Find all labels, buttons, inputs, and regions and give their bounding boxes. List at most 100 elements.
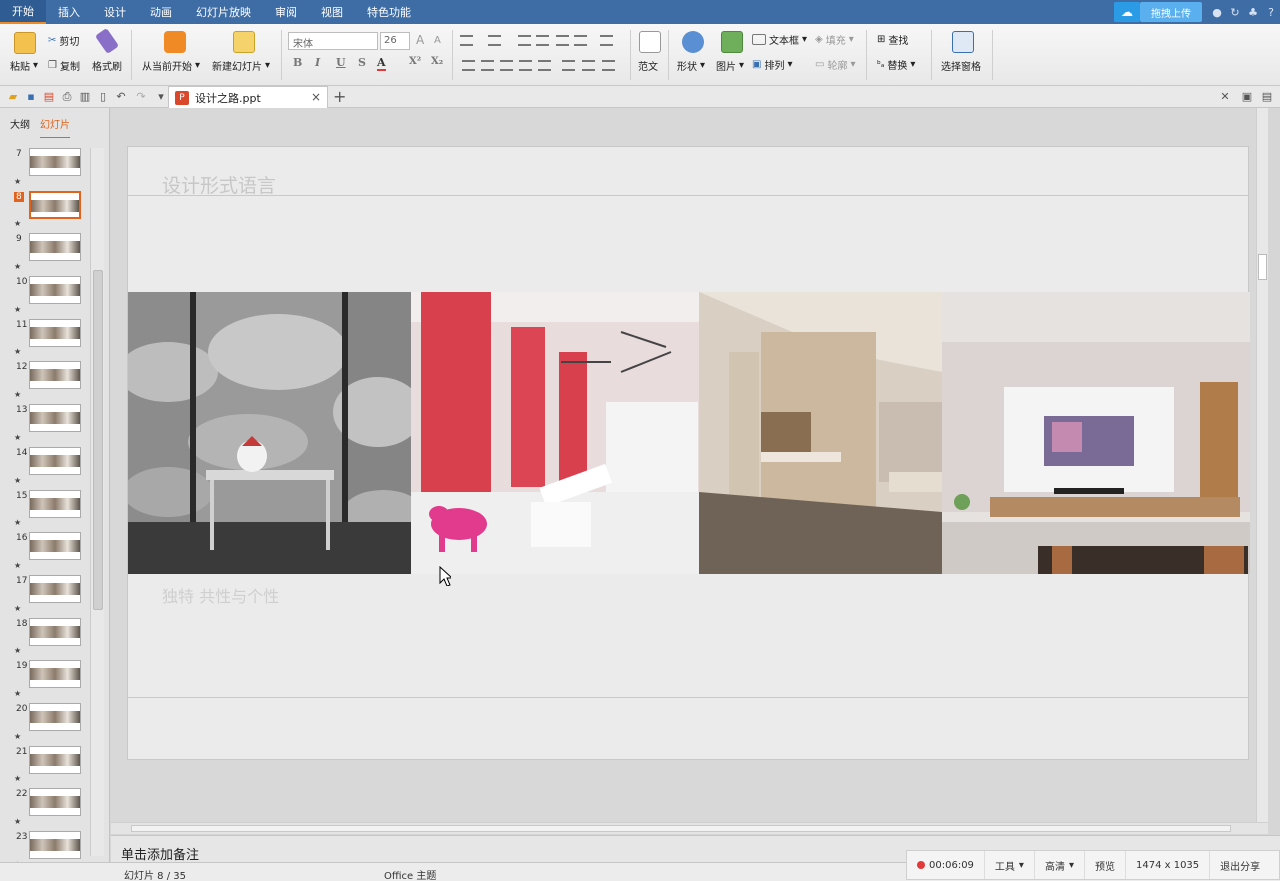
align-left-icon[interactable] xyxy=(462,60,475,71)
font-name-select[interactable]: 宋体 xyxy=(288,32,378,50)
tab-outline[interactable]: 大纲 xyxy=(10,116,30,138)
slide-thumbnail-image[interactable] xyxy=(29,276,81,305)
decrease-font-icon[interactable]: A xyxy=(434,35,441,46)
slide-subtitle[interactable]: 独特 共性与个性 xyxy=(162,583,279,607)
slide-thumbnail-image[interactable] xyxy=(29,745,81,774)
slide-thumbnail-image[interactable] xyxy=(29,233,81,262)
menu-tab-review[interactable]: 审阅 xyxy=(263,0,309,24)
menu-tab-insert[interactable]: 插入 xyxy=(46,0,92,24)
recorder-quality-button[interactable]: 高清 ▾ xyxy=(1035,851,1085,879)
photo-wood-cabinet[interactable] xyxy=(699,292,942,574)
number-list-icon[interactable] xyxy=(488,35,501,46)
slide-thumbnail[interactable]: 7 ★ xyxy=(0,146,90,189)
slide-thumbnail-image[interactable] xyxy=(29,702,81,731)
print-preview-icon[interactable]: ▥ xyxy=(78,90,92,104)
bold-icon[interactable]: B xyxy=(293,56,302,69)
menu-tab-view[interactable]: 视图 xyxy=(309,0,355,24)
slide-canvas[interactable]: 设计形式语言 独特 共性与个性 xyxy=(127,146,1250,760)
slide-thumbnail-image[interactable] xyxy=(29,660,81,689)
distribute-icon[interactable] xyxy=(538,60,551,71)
preview-icon[interactable]: ▯ xyxy=(96,90,110,104)
template-button[interactable]: 范文 xyxy=(638,58,658,73)
start-from-current-button[interactable]: 从当前开始 ▾ xyxy=(142,58,200,73)
text-fit-icon[interactable] xyxy=(602,60,615,71)
format-painter-button[interactable]: 格式刷 xyxy=(92,58,122,73)
editor-vertical-scrollbar[interactable] xyxy=(1256,108,1268,822)
pin-icon[interactable]: ✕ xyxy=(1218,90,1232,104)
open-icon[interactable]: ▰ xyxy=(6,90,20,104)
shape-icon[interactable] xyxy=(682,31,704,53)
menu-tab-animation[interactable]: 动画 xyxy=(138,0,184,24)
recorder-tools-button[interactable]: 工具 ▾ xyxy=(985,851,1035,879)
cut-button[interactable]: ✂ 剪切 xyxy=(48,33,79,48)
play-icon[interactable] xyxy=(164,31,186,53)
photo-living-room[interactable] xyxy=(942,292,1250,574)
slide-thumbnail[interactable]: 20 ★ xyxy=(0,701,90,744)
underline-icon[interactable]: U xyxy=(336,56,346,69)
shape-button[interactable]: 形状 ▾ xyxy=(677,58,705,73)
recorder-preview-button[interactable]: 预览 xyxy=(1085,851,1126,879)
help-icon[interactable]: ? xyxy=(1262,0,1280,24)
slide-thumbnail[interactable]: 11 ★ xyxy=(0,317,90,360)
thumbnail-scrollbar[interactable] xyxy=(90,148,104,856)
cloud-icon[interactable]: ☁ xyxy=(1114,2,1140,22)
document-tab[interactable]: P 设计之路.ppt × xyxy=(168,86,328,108)
selection-pane-icon[interactable] xyxy=(952,31,974,53)
new-slide-button[interactable]: 新建幻灯片 ▾ xyxy=(212,58,270,73)
skin-icon[interactable]: ♣ xyxy=(1244,0,1262,24)
editor-horizontal-scrollbar[interactable] xyxy=(111,822,1268,834)
slide-thumbnail[interactable]: 18 ★ xyxy=(0,616,90,659)
shadow-icon[interactable]: S xyxy=(358,56,366,69)
slide-thumbnail[interactable]: 19 ★ xyxy=(0,658,90,701)
editor-horizontal-thumb[interactable] xyxy=(131,825,1231,832)
slide-thumbnail[interactable]: 14 ★ xyxy=(0,445,90,488)
menu-tab-design[interactable]: 设计 xyxy=(92,0,138,24)
print-icon[interactable]: ⎙ xyxy=(60,90,74,104)
settings-icon[interactable]: ● xyxy=(1208,0,1226,24)
pdf-icon[interactable]: ▤ xyxy=(42,90,56,104)
slide-thumbnail-image[interactable] xyxy=(29,446,81,475)
find-button[interactable]: ⊞ 查找 xyxy=(877,32,908,47)
upload-button[interactable]: 拖拽上传 xyxy=(1140,2,1202,22)
thumbnail-scroll-thumb[interactable] xyxy=(93,270,103,610)
menu-tab-special[interactable]: 特色功能 xyxy=(355,0,423,24)
vertical-align-icon[interactable] xyxy=(582,60,595,71)
restore-icon[interactable]: ▣ xyxy=(1240,90,1254,104)
minimize-ribbon-icon[interactable]: ▤ xyxy=(1260,90,1274,104)
slide-thumbnail[interactable]: 15 ★ xyxy=(0,488,90,531)
slide-thumbnail-image[interactable] xyxy=(29,574,81,603)
arrange-button[interactable]: ▣ 排列 ▾ xyxy=(752,57,792,72)
selection-pane-button[interactable]: 选择窗格 xyxy=(941,58,981,73)
slide-thumbnail-image[interactable] xyxy=(29,190,81,219)
align-right-icon[interactable] xyxy=(500,60,513,71)
bullet-list-icon[interactable] xyxy=(460,35,473,46)
paste-button[interactable]: 粘贴 ▾ xyxy=(10,58,38,73)
slide-thumbnail-image[interactable] xyxy=(29,532,81,561)
superscript-icon[interactable]: X² xyxy=(409,56,421,67)
outline-button[interactable]: ▭ 轮廓 ▾ xyxy=(815,57,855,72)
font-color-icon[interactable]: A xyxy=(377,56,386,71)
recording-timer[interactable]: 00:06:09 xyxy=(907,851,985,879)
photo-cloud-wallpaper[interactable] xyxy=(128,292,411,574)
save-icon[interactable]: ▪ xyxy=(24,90,38,104)
decrease-indent-icon[interactable] xyxy=(518,35,531,46)
line-spacing-icon[interactable] xyxy=(600,35,613,46)
menu-tab-home[interactable]: 开始 xyxy=(0,0,46,24)
slide-thumbnail[interactable]: 10 ★ xyxy=(0,274,90,317)
picture-button[interactable]: 图片 ▾ xyxy=(716,58,744,73)
undo-icon[interactable]: ↶ xyxy=(114,90,128,104)
refresh-icon[interactable]: ↻ xyxy=(1226,0,1244,24)
new-slide-icon[interactable] xyxy=(233,31,255,53)
slide-title[interactable]: 设计形式语言 xyxy=(162,171,276,198)
copy-button[interactable]: ❐ 复制 xyxy=(48,58,80,73)
columns-icon[interactable] xyxy=(556,35,569,46)
align-center-icon[interactable] xyxy=(481,60,494,71)
replace-button[interactable]: ᵇₐ 替换 ▾ xyxy=(877,57,915,72)
slide-thumbnail[interactable]: 22 ★ xyxy=(0,786,90,829)
justify-icon[interactable] xyxy=(519,60,532,71)
slide-thumbnail[interactable]: 16 ★ xyxy=(0,530,90,573)
slide-thumbnail-image[interactable] xyxy=(29,404,81,433)
font-size-select[interactable]: 26 xyxy=(380,32,410,50)
slide-thumbnail[interactable]: 12 ★ xyxy=(0,359,90,402)
slide-thumbnail-image[interactable] xyxy=(29,361,81,390)
